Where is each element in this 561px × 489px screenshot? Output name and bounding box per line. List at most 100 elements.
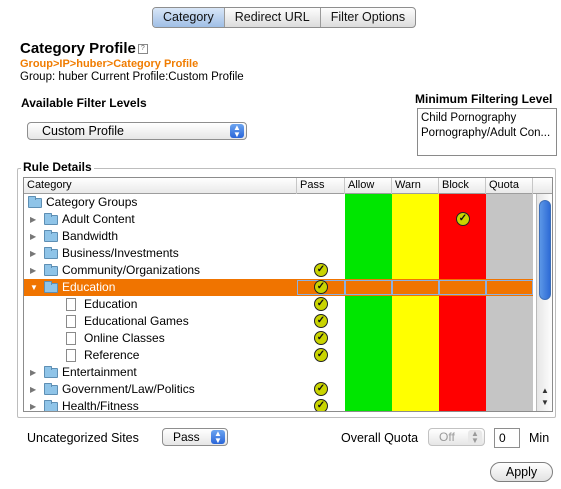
column-header-allow[interactable]: Allow [345,178,392,194]
filter-level-select[interactable]: Custom Profile ▲ ▼ [27,122,247,140]
chevron-updown-icon: ▲ ▼ [230,124,244,139]
column-header-block[interactable]: Block [439,178,486,194]
checkmark-icon[interactable]: ✓ [456,212,470,226]
column-header-category[interactable]: Category [24,178,297,194]
disclosure-collapsed-icon[interactable]: ▶ [30,262,36,279]
document-icon [66,332,76,345]
table-row[interactable]: ▶ Government/Law/Politics [24,381,345,398]
block-column[interactable] [439,194,486,411]
row-label: Health/Fitness [62,399,139,412]
minimum-filtering-item[interactable]: Pornography/Adult Con... [421,126,553,141]
selected-cell[interactable] [345,280,392,295]
table-row[interactable]: ▼ Education [24,279,533,296]
available-filter-label: Available Filter Levels [21,96,147,110]
row-label: Community/Organizations [62,263,201,277]
overall-quota-value: Off [439,430,455,444]
disclosure-collapsed-icon[interactable]: ▶ [30,211,36,228]
vertical-scrollbar[interactable]: ▲ ▼ [536,194,552,411]
table-row[interactable]: Online Classes [24,330,345,347]
page-title-container: Category Profile ? [20,40,148,57]
apply-button[interactable]: Apply [490,462,553,482]
table-row[interactable]: ▶ Adult Content [24,211,345,228]
disclosure-collapsed-icon[interactable]: ▶ [30,381,36,398]
row-label: Adult Content [62,212,135,226]
folder-icon [28,196,42,208]
disclosure-expanded-icon[interactable]: ▼ [30,279,38,296]
row-label: Government/Law/Politics [62,382,195,396]
row-label: Category Groups [46,195,138,209]
disclosure-collapsed-icon[interactable]: ▶ [30,228,36,245]
minimum-filtering-item[interactable]: Child Pornography [421,111,553,126]
folder-icon [44,247,58,259]
row-label: Educational Games [84,314,189,328]
document-icon [66,298,76,311]
checkmark-icon[interactable]: ✓ [314,382,328,396]
row-label: Business/Investments [62,246,179,260]
row-label: Entertainment [62,365,137,379]
table-row[interactable]: Education [24,296,345,313]
checkmark-icon[interactable]: ✓ [314,331,328,345]
table-row[interactable]: ▶ Entertainment [24,364,345,381]
uncategorized-sites-select[interactable]: Pass ▲ ▼ [162,428,228,446]
selected-cell[interactable] [439,280,486,295]
folder-icon [44,366,58,378]
table-row[interactable]: Category Groups [24,194,345,211]
table-row[interactable]: ▶ Community/Organizations [24,262,345,279]
checkmark-icon[interactable]: ✓ [314,263,328,277]
folder-icon [44,264,58,276]
minimum-filtering-list[interactable]: Child Pornography Pornography/Adult Con.… [417,108,557,156]
disclosure-collapsed-icon[interactable]: ▶ [30,245,36,262]
overall-quota-label: Overall Quota [341,431,419,445]
folder-icon [44,400,58,411]
breadcrumb: Group>IP>huber>Category Profile [20,58,199,70]
page-title: Category Profile [20,40,136,57]
checkmark-icon[interactable]: ✓ [314,348,328,362]
allow-column[interactable] [345,194,392,411]
category-table: Category Pass Allow Warn Block Quota Cat… [23,177,553,412]
rule-details-label: Rule Details [21,160,94,174]
folder-icon [44,213,58,225]
tab-category[interactable]: Category [153,8,225,27]
column-header-warn[interactable]: Warn [392,178,439,194]
table-row[interactable]: ▶ Health/Fitness [24,398,345,412]
tab-bar: Category Redirect URL Filter Options [152,7,417,28]
table-header: Category Pass Allow Warn Block Quota [24,178,552,194]
table-row[interactable]: Reference [24,347,345,364]
row-label: Bandwidth [62,229,119,243]
disclosure-collapsed-icon[interactable]: ▶ [30,398,36,411]
tab-redirect-url[interactable]: Redirect URL [225,8,321,27]
column-header-quota[interactable]: Quota [486,178,533,194]
chevron-updown-icon: ▲ ▼ [211,430,225,445]
checkmark-icon[interactable]: ✓ [314,314,328,328]
document-icon [66,315,76,328]
disclosure-collapsed-icon[interactable]: ▶ [30,364,36,381]
checkmark-icon[interactable]: ✓ [314,399,328,411]
row-label: Education [62,280,116,294]
folder-icon [44,383,58,395]
checkmark-icon[interactable]: ✓ [314,297,328,311]
uncategorized-sites-label: Uncategorized Sites [27,431,139,445]
column-header-pass[interactable]: Pass [297,178,345,194]
info-icon[interactable]: ? [137,43,148,54]
quota-minutes-input[interactable]: 0 [494,428,520,448]
quota-column[interactable] [486,194,533,411]
folder-icon [44,281,58,293]
table-row[interactable]: ▶ Business/Investments [24,245,345,262]
folder-icon [44,230,58,242]
checkmark-icon[interactable]: ✓ [314,280,328,294]
tab-filter-options[interactable]: Filter Options [321,8,415,27]
filter-level-value: Custom Profile [42,124,124,138]
minimum-filtering-label: Minimum Filtering Level [415,92,553,106]
row-label: Online Classes [84,331,165,345]
scrollbar-thumb[interactable] [539,200,551,300]
scroll-up-icon[interactable]: ▲ [541,386,549,395]
uncategorized-sites-value: Pass [173,430,200,444]
table-row[interactable]: Educational Games [24,313,345,330]
selected-cell[interactable] [486,280,533,295]
quota-unit-label: Min [529,431,550,445]
warn-column[interactable] [392,194,439,411]
table-row[interactable]: ▶ Bandwidth [24,228,345,245]
overall-quota-select[interactable]: Off ▲ ▼ [428,428,485,446]
scroll-down-icon[interactable]: ▼ [541,398,549,407]
selected-cell[interactable] [392,280,439,295]
